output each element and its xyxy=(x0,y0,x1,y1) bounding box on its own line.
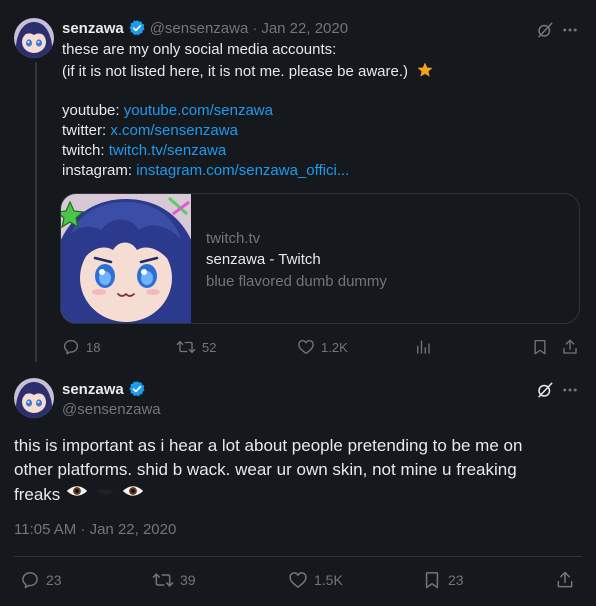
tweet-timestamp[interactable]: 11:05 AM · Jan 22, 2020 xyxy=(14,521,176,538)
display-name[interactable]: senzawa xyxy=(62,381,124,398)
lips-emoji xyxy=(94,482,116,507)
tweet-date[interactable]: Jan 22, 2020 xyxy=(261,20,348,37)
like-icon xyxy=(297,338,315,356)
eye-emoji xyxy=(66,482,88,507)
tweet1-header: senzawa @sensenzawa · Jan 22, 2020 xyxy=(62,19,348,37)
share-button[interactable] xyxy=(561,338,579,356)
retweet-button[interactable]: 39 xyxy=(152,570,196,590)
views-icon xyxy=(414,338,432,356)
tweet1-line2: (if it is not listed here, it is not me.… xyxy=(62,61,434,85)
tweet2-line1: this is important as i hear a lot about … xyxy=(14,436,523,455)
retweet-icon xyxy=(152,570,174,590)
grok-icon[interactable] xyxy=(536,381,554,399)
verified-badge-icon xyxy=(128,19,146,37)
bookmark-button[interactable]: 23 xyxy=(422,570,464,590)
youtube-row: youtube: youtube.com/senzawa xyxy=(62,102,273,119)
card-domain: twitch.tv xyxy=(206,230,261,247)
reply-count: 23 xyxy=(46,572,62,588)
twitch-row: twitch: twitch.tv/senzawa xyxy=(62,142,227,159)
like-button[interactable]: 1.2K xyxy=(297,338,348,356)
star-emoji xyxy=(416,61,434,85)
retweet-count: 52 xyxy=(202,339,217,355)
more-icon[interactable] xyxy=(561,381,579,399)
handle[interactable]: @sensenzawa xyxy=(150,20,249,37)
card-title: senzawa - Twitch xyxy=(206,251,321,268)
reply-icon xyxy=(20,570,40,590)
avatar[interactable] xyxy=(14,18,54,58)
reply-button[interactable]: 23 xyxy=(20,570,62,590)
card-thumbnail xyxy=(61,194,191,323)
tweet1-line1: these are my only social media accounts: xyxy=(62,41,337,58)
tweet2-line3: freaks xyxy=(14,482,144,507)
tweet2-name-row: senzawa xyxy=(62,380,146,398)
verified-badge-icon xyxy=(128,380,146,398)
handle[interactable]: @sensenzawa xyxy=(62,401,161,418)
bookmark-button[interactable] xyxy=(531,338,549,356)
instagram-link[interactable]: instagram.com/senzawa_offici... xyxy=(136,162,349,179)
link-preview-card[interactable]: twitch.tv senzawa - Twitch blue flavored… xyxy=(60,193,580,324)
reply-count: 18 xyxy=(86,339,101,355)
views-button[interactable] xyxy=(414,338,432,356)
card-description: blue flavored dumb dummy xyxy=(206,273,387,290)
thread-line xyxy=(35,62,37,362)
share-icon xyxy=(561,338,579,356)
like-icon xyxy=(288,570,308,590)
retweet-icon xyxy=(176,338,196,356)
retweet-count: 39 xyxy=(180,572,196,588)
like-count: 1.2K xyxy=(321,339,348,355)
tweet2-line2: other platforms. shid b wack. wear ur ow… xyxy=(14,460,517,479)
more-icon[interactable] xyxy=(561,21,579,39)
share-icon xyxy=(555,570,575,590)
like-button[interactable]: 1.5K xyxy=(288,570,343,590)
retweet-button[interactable]: 52 xyxy=(176,338,216,356)
eye-emoji xyxy=(122,482,144,507)
reply-button[interactable]: 18 xyxy=(62,338,100,356)
share-button[interactable] xyxy=(555,570,575,590)
divider xyxy=(14,556,582,557)
reply-icon xyxy=(62,338,80,356)
twitch-link[interactable]: twitch.tv/senzawa xyxy=(109,142,227,159)
grok-icon[interactable] xyxy=(536,21,554,39)
like-count: 1.5K xyxy=(314,572,343,588)
twitter-row: twitter: x.com/sensenzawa xyxy=(62,122,238,139)
display-name[interactable]: senzawa xyxy=(62,20,124,37)
youtube-link[interactable]: youtube.com/senzawa xyxy=(124,102,273,119)
bookmark-count: 23 xyxy=(448,572,464,588)
separator-dot: · xyxy=(252,19,258,37)
instagram-row: instagram: instagram.com/senzawa_offici.… xyxy=(62,162,350,179)
avatar[interactable] xyxy=(14,378,54,418)
bookmark-icon xyxy=(422,570,442,590)
bookmark-icon xyxy=(531,338,549,356)
twitter-link[interactable]: x.com/sensenzawa xyxy=(110,122,238,139)
